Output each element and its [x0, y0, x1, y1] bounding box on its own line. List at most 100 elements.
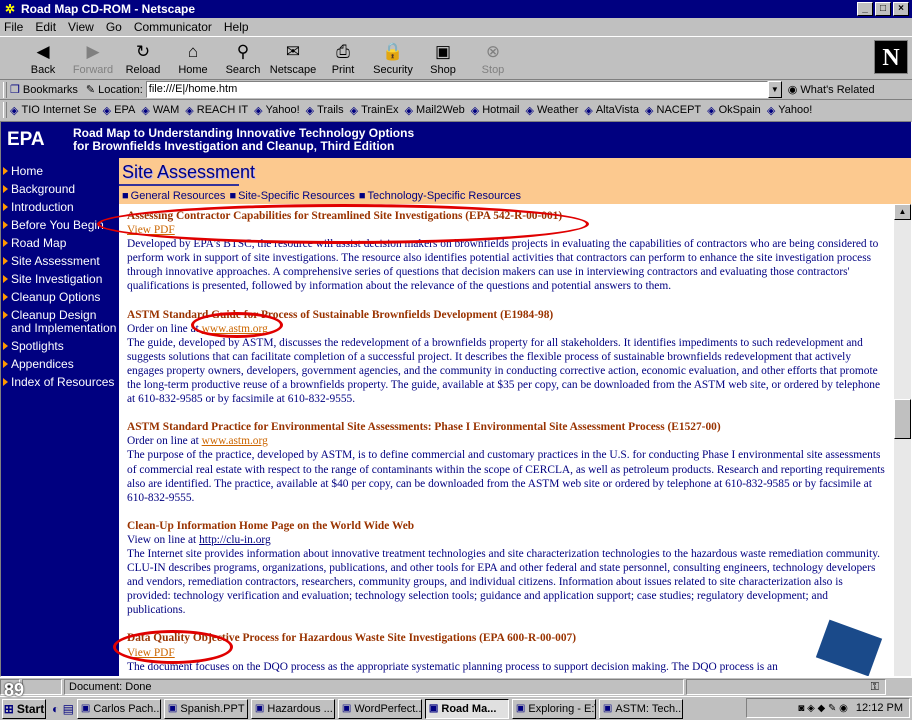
bookmark-label: Mail2Web	[416, 104, 465, 116]
bookmark-hotmail[interactable]: ◈ Hotmail	[471, 104, 520, 117]
bookmark-epa[interactable]: ◈ EPA	[103, 104, 136, 117]
vertical-scrollbar[interactable]: ▲	[894, 204, 911, 676]
scroll-thumb[interactable]	[894, 399, 911, 439]
taskbar-item[interactable]: ▣ WordPerfect...	[337, 698, 422, 719]
nav-cleanup-design-and-implementation[interactable]: Cleanup Design and Implementation	[1, 306, 119, 337]
menu-communicator[interactable]: Communicator	[134, 20, 212, 34]
tab-general-resources[interactable]: General Resources	[122, 190, 226, 202]
taskbar-item[interactable]: ▣ ASTM: Tech...	[598, 698, 683, 719]
bookmark-label: AltaVista	[595, 104, 640, 116]
bookmark-nacept[interactable]: ◈ NACEPT	[645, 104, 701, 117]
resource-title: Clean-Up Information Home Page on the Wo…	[127, 519, 415, 532]
bookmark-reach-it[interactable]: ◈ REACH IT	[185, 104, 248, 117]
bookmark-altavista[interactable]: ◈ AltaVista	[584, 104, 639, 117]
bookmark-weather[interactable]: ◈ Weather	[526, 104, 579, 117]
bookmark-trainex[interactable]: ◈ TrainEx	[350, 104, 399, 117]
taskbar-item[interactable]: ▣ Exploring - E:\	[511, 698, 596, 719]
nav-home[interactable]: Home	[1, 162, 119, 180]
home-button[interactable]: ⌂ Home	[168, 37, 218, 79]
print-button[interactable]: ⎙ Print	[318, 37, 368, 79]
start-button[interactable]: ⊞ Start	[2, 698, 46, 719]
whats-related-icon[interactable]: ◉	[788, 83, 798, 96]
resource-link[interactable]: www.astm.org	[202, 435, 268, 447]
stop-button[interactable]: ⊗ Stop	[468, 37, 518, 79]
taskbar-item[interactable]: ▣ Road Ma...	[424, 698, 509, 719]
toolbar-grip[interactable]	[3, 81, 7, 98]
taskbar-item[interactable]: ▣ Carlos Pach...	[76, 698, 161, 719]
menu-bar: File Edit View Go Communicator Help	[0, 18, 912, 36]
bookmark-wam[interactable]: ◈ WAM	[141, 104, 179, 117]
bookmarks-button[interactable]: Bookmarks	[23, 84, 78, 96]
reload-label: Reload	[125, 64, 161, 76]
search-icon: ⚲	[236, 42, 250, 61]
taskbar-item-label: Carlos Pach...	[93, 702, 161, 715]
resource-title: ASTM Standard Practice for Environmental…	[127, 421, 721, 434]
page-proxy-icon[interactable]: ✎	[86, 83, 95, 96]
maximize-button[interactable]: □	[875, 2, 891, 16]
bookmark-yahoo-[interactable]: ◈ Yahoo!	[254, 104, 300, 117]
bookmark-trails[interactable]: ◈ Trails	[306, 104, 344, 117]
location-dropdown-button[interactable]: ▼	[767, 81, 782, 98]
bookmark-mail2web[interactable]: ◈ Mail2Web	[405, 104, 465, 117]
toolbar-grip[interactable]	[3, 102, 7, 118]
whats-related-button[interactable]: What's Related	[800, 84, 874, 96]
epa-logo[interactable]: EPA	[1, 129, 73, 151]
shop-button[interactable]: ▣ Shop	[418, 37, 468, 79]
search-button[interactable]: ⚲ Search	[218, 37, 268, 79]
nav-index-of-resources[interactable]: Index of Resources	[1, 373, 119, 391]
tray-icons[interactable]: ◙ ◈ ◆ ✎ ◉	[798, 703, 848, 714]
forward-button[interactable]: ▶ Forward	[68, 37, 118, 79]
app-icon: ▣	[602, 703, 613, 714]
menu-file[interactable]: File	[4, 20, 23, 34]
quick-launch-icons[interactable]: ◐ ▤	[52, 702, 74, 716]
nav-cleanup-options[interactable]: Cleanup Options	[1, 288, 119, 306]
netscape-logo[interactable]: N	[874, 40, 908, 74]
nav-appendices[interactable]: Appendices	[1, 355, 119, 373]
nav-site-investigation[interactable]: Site Investigation	[1, 270, 119, 288]
start-label: Start	[16, 701, 45, 716]
taskbar-item[interactable]: ▣ Spanish.PPT	[163, 698, 248, 719]
bookmark-label: Yahoo!	[778, 104, 813, 116]
resource-link[interactable]: http://clu-in.org	[199, 534, 271, 546]
nav-introduction[interactable]: Introduction	[1, 198, 119, 216]
security-button[interactable]: 🔒 Security	[368, 37, 418, 79]
bookmarks-icon[interactable]: ❐	[10, 83, 20, 96]
nav-background[interactable]: Background	[1, 180, 119, 198]
menu-go[interactable]: Go	[106, 20, 122, 34]
section-title-underline	[119, 184, 239, 186]
scroll-up-button[interactable]: ▲	[894, 204, 911, 220]
back-button[interactable]: ◀ Back	[18, 37, 68, 79]
resource-description: The document focuses on the DQO process …	[127, 660, 778, 673]
menu-view[interactable]: View	[68, 20, 94, 34]
netscape-label: Netscape	[269, 64, 317, 76]
close-button[interactable]: ×	[893, 2, 909, 16]
bookmark-tio-internet-se[interactable]: ◈ TIO Internet Se	[10, 104, 97, 117]
reload-button[interactable]: ↻ Reload	[118, 37, 168, 79]
nav-road-map[interactable]: Road Map	[1, 234, 119, 252]
nav-spotlights[interactable]: Spotlights	[1, 337, 119, 355]
app-icon: ▣	[341, 703, 352, 714]
bookmark-okspain[interactable]: ◈ OkSpain	[707, 104, 761, 117]
menu-edit[interactable]: Edit	[35, 20, 56, 34]
shop-icon: ▣	[434, 42, 452, 61]
netscape-app-icon: ✲	[4, 2, 16, 16]
bookmark-yahoo-[interactable]: ◈ Yahoo!	[767, 104, 813, 117]
page-viewport: EPA Road Map to Understanding Innovative…	[0, 121, 912, 677]
app-icon: ▣	[428, 703, 439, 714]
security-icon[interactable]: ⚿	[871, 681, 879, 694]
window-controls: _ □ ×	[857, 2, 909, 16]
tab-technology-specific-resources[interactable]: Technology-Specific Resources	[359, 190, 521, 202]
minimize-button[interactable]: _	[857, 2, 873, 16]
clock[interactable]: 12:12 PM	[856, 702, 903, 714]
taskbar-item-label: WordPerfect...	[354, 702, 422, 715]
taskbar-item[interactable]: ▣ Hazardous ...	[250, 698, 335, 719]
annotation-circle	[113, 630, 233, 664]
netscape-button[interactable]: ✉ Netscape	[268, 37, 318, 79]
location-input[interactable]: file:///E|/home.htm	[145, 81, 768, 98]
nav-site-assessment[interactable]: Site Assessment	[1, 252, 119, 270]
search-label: Search	[225, 64, 261, 76]
tab-site-specific-resources[interactable]: Site-Specific Resources	[229, 190, 355, 202]
bookmark-label: WAM	[152, 104, 180, 116]
forward-label: Forward	[72, 64, 114, 76]
menu-help[interactable]: Help	[224, 20, 249, 34]
